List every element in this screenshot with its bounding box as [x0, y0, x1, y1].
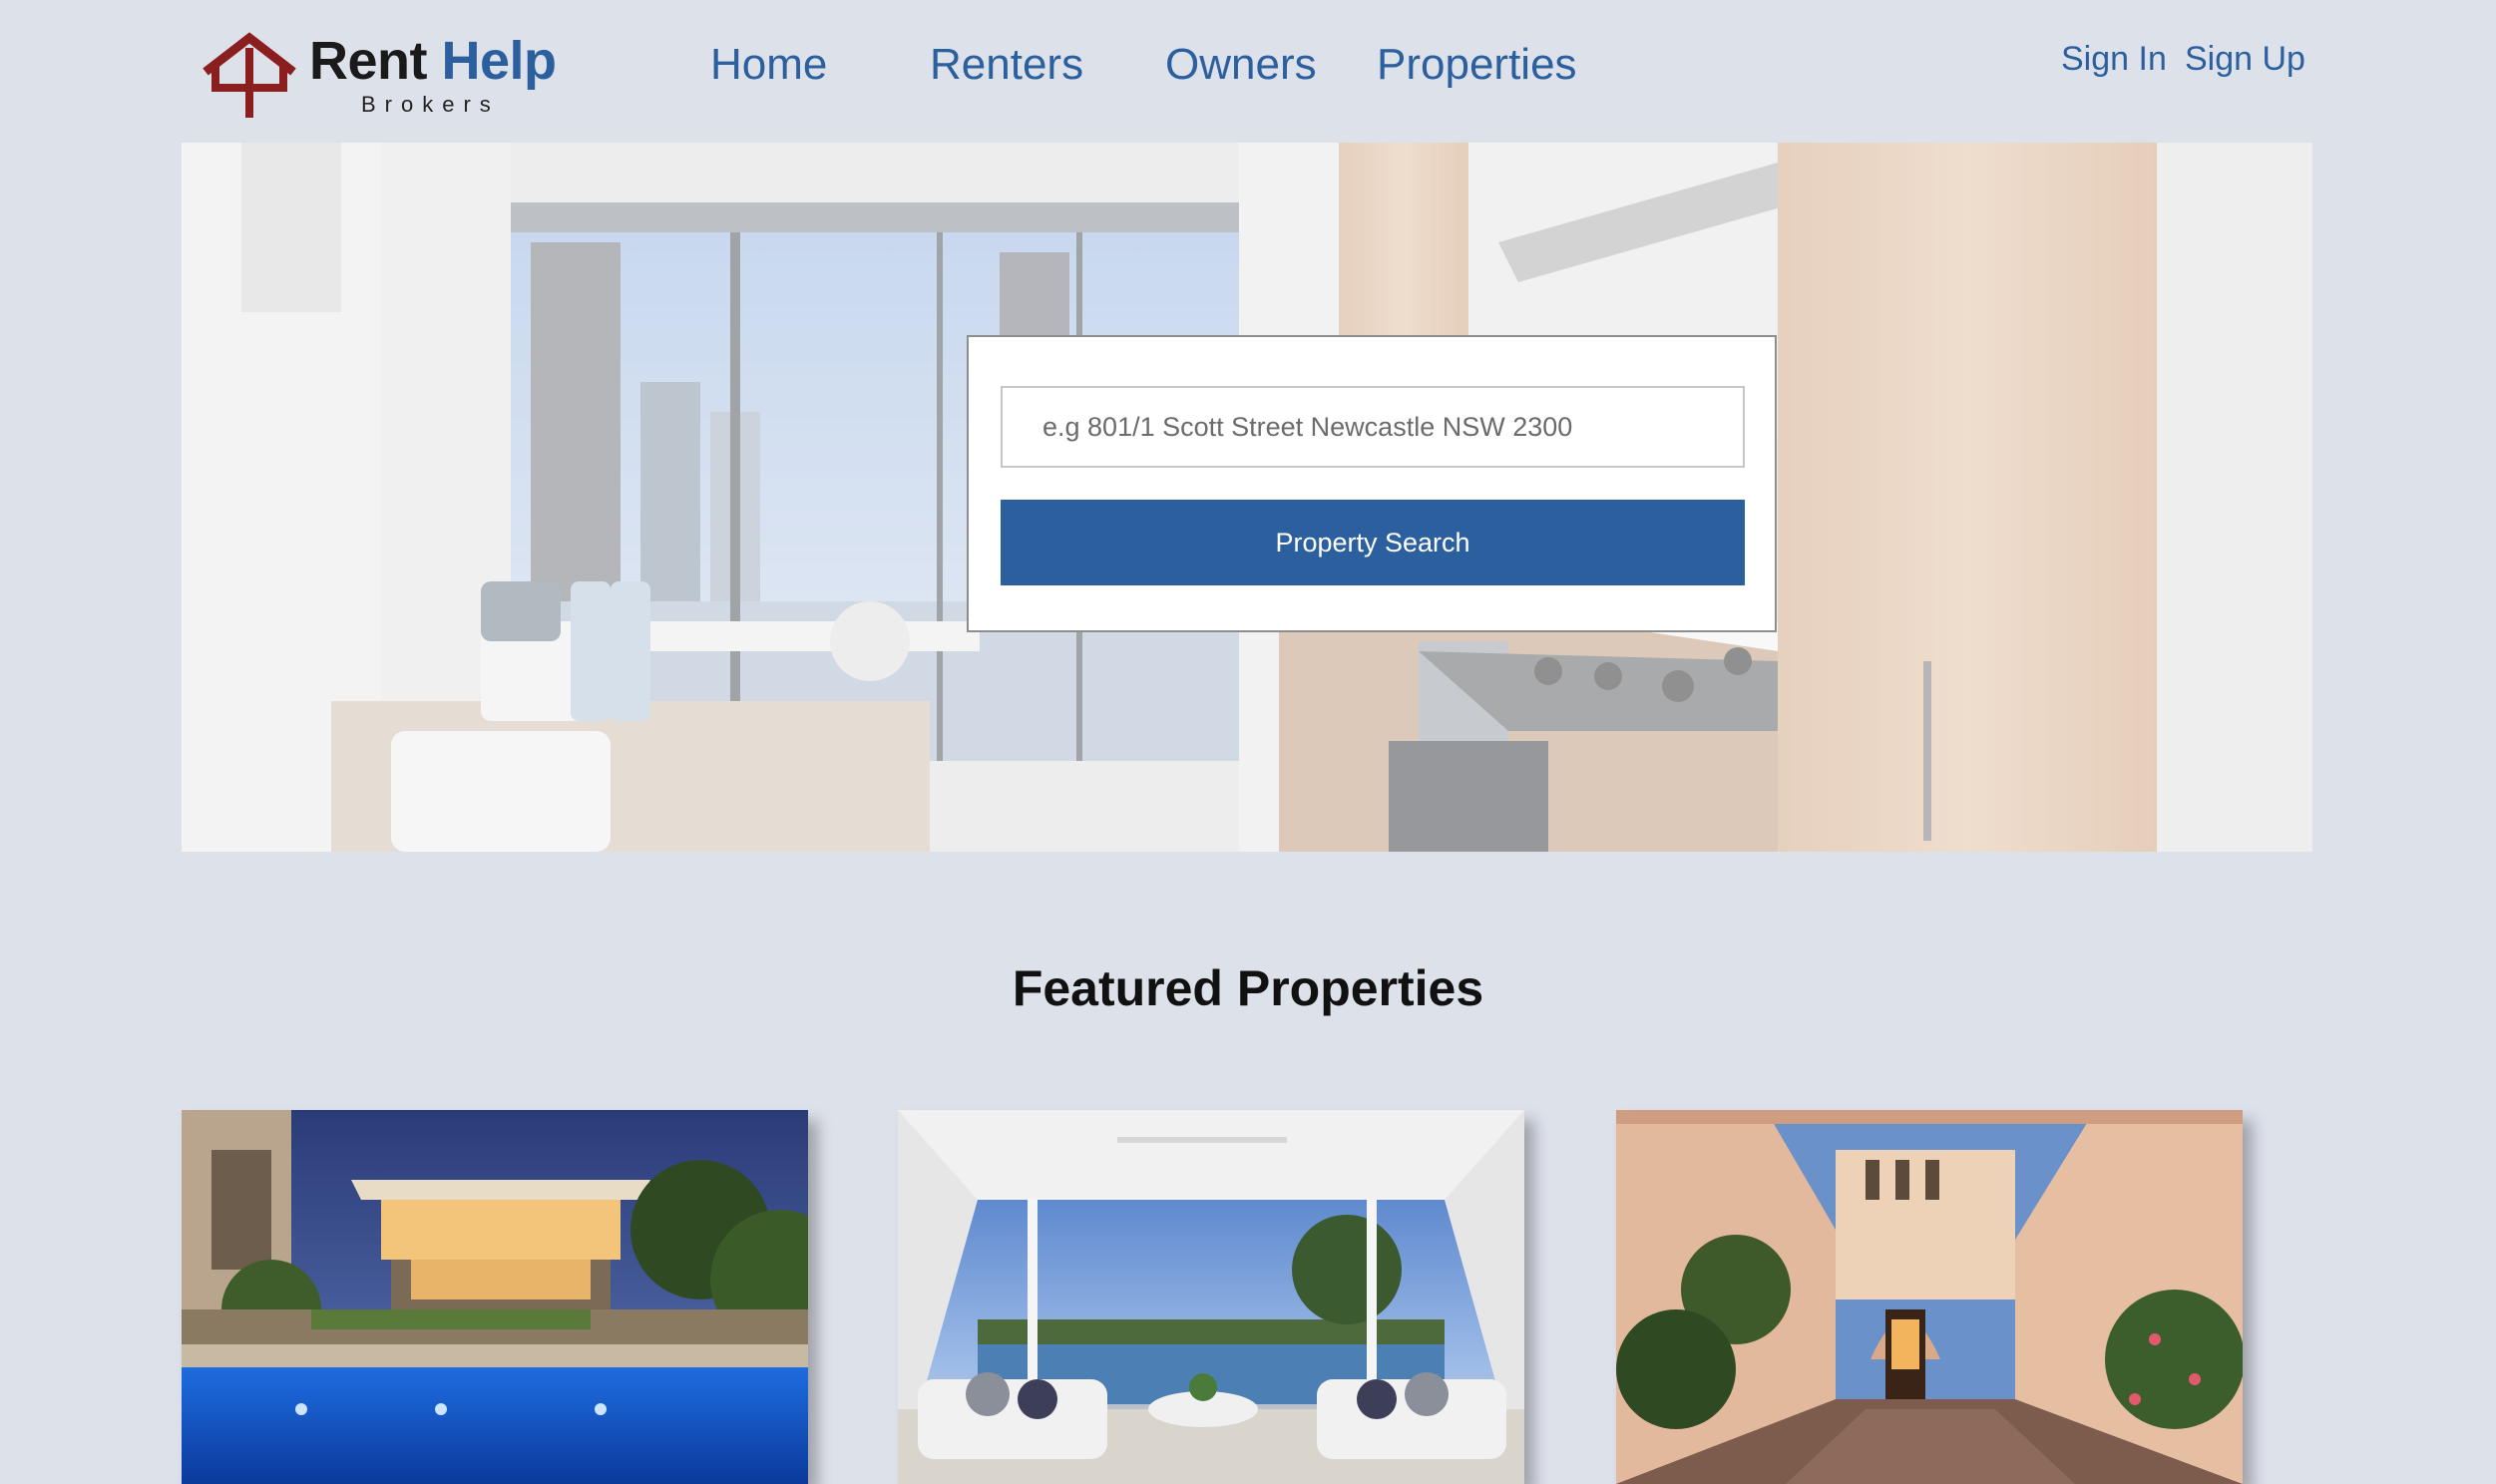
brand-name-help: Help: [441, 31, 558, 91]
brand-subtitle: Brokers: [361, 92, 500, 117]
featured-property-card[interactable]: [1616, 1110, 2243, 1484]
house-logo-icon: [203, 32, 296, 118]
property-photo-waterfront-patio: [898, 1110, 1524, 1484]
property-photo-courtyard-villa: [1616, 1110, 2243, 1484]
brand-name: Rent Help: [309, 30, 557, 92]
nav-renters[interactable]: Renters: [930, 40, 1083, 90]
sign-in-link[interactable]: Sign In: [2061, 40, 2167, 79]
nav-home[interactable]: Home: [710, 40, 827, 90]
property-photo-pool-house: [182, 1110, 808, 1484]
property-search-card: Property Search: [967, 335, 1777, 632]
nav-owners[interactable]: Owners: [1165, 40, 1317, 90]
brand-name-rent: Rent: [309, 31, 428, 91]
sign-up-link[interactable]: Sign Up: [2185, 40, 2305, 79]
property-address-input[interactable]: [1001, 386, 1745, 468]
featured-properties-heading: Featured Properties: [1012, 960, 1484, 1016]
featured-property-card[interactable]: [898, 1110, 1524, 1484]
featured-property-card[interactable]: [182, 1110, 808, 1484]
site-header: Rent Help Brokers Home Renters Owners Pr…: [0, 0, 2496, 142]
brand-logo[interactable]: Rent Help Brokers: [200, 24, 569, 120]
hero-banner: Property Search: [182, 143, 2312, 852]
property-search-button[interactable]: Property Search: [1001, 500, 1745, 585]
nav-properties[interactable]: Properties: [1377, 40, 1577, 90]
